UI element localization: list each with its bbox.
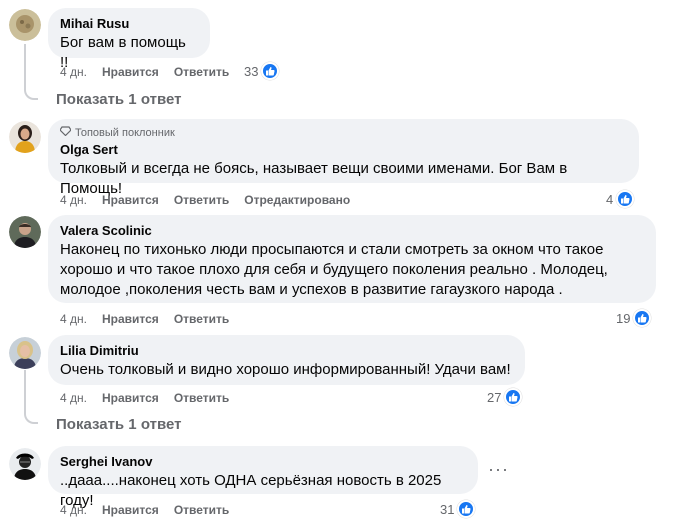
reaction-number: 33 [244,63,259,79]
edited-label[interactable]: Отредактировано [244,192,350,208]
avatar[interactable] [9,337,41,369]
thumbs-up-icon [504,388,523,406]
reaction-count[interactable]: 4 [606,190,635,208]
comment-author[interactable]: Olga Sert [60,142,627,158]
comment-time[interactable]: 4 дн. [60,502,87,518]
comment-time[interactable]: 4 дн. [60,64,87,80]
comment-bubble: Mihai Rusu Бог вам в помощь !! [48,8,210,71]
thumbs-up-icon [616,190,635,208]
thumbs-up-icon [261,62,280,80]
more-options-icon[interactable]: ··· [488,460,509,478]
reaction-number: 31 [440,501,455,517]
comment-text-line: молодое ,поколения честь вам и успехов в… [60,281,563,298]
comment-text: Очень толковый и видно хорошо информиров… [60,361,511,378]
reply-button[interactable]: Ответить [174,502,229,518]
comment-text-line: хорошо и что такое плохо для себя и буду… [60,261,608,278]
reaction-count[interactable]: 33 [244,62,280,80]
thumbs-up-icon [457,500,476,518]
thread-line [24,44,26,88]
like-button[interactable]: Нравится [102,502,159,518]
thread-connector [24,410,38,424]
like-button[interactable]: Нравится [102,311,159,327]
like-button[interactable]: Нравится [102,64,159,80]
avatar[interactable] [9,216,41,248]
reply-button[interactable]: Ответить [174,311,229,327]
thread-line [24,370,26,412]
comment-time[interactable]: 4 дн. [60,390,87,406]
comment-actions: 4 дн. Нравится Ответить [60,390,244,406]
comment-bubble: Топовый поклонник Olga Sert Толковый и в… [48,119,639,197]
like-button[interactable]: Нравится [102,192,159,208]
show-replies-link[interactable]: Показать 1 ответ [56,90,181,110]
top-fan-badge[interactable]: Топовый поклонник [59,126,627,140]
reply-button[interactable]: Ответить [174,64,229,80]
comment-author[interactable]: Valera Scolinic [60,223,644,239]
avatar[interactable] [9,121,41,153]
reaction-count[interactable]: 31 [440,500,476,518]
comment-author[interactable]: Mihai Rusu [60,16,198,32]
avatar[interactable] [9,9,41,41]
like-button[interactable]: Нравится [102,390,159,406]
comment-actions: 4 дн. Нравится Ответить [60,502,244,518]
comment-author[interactable]: Serghei Ivanov [60,454,466,470]
comment-time[interactable]: 4 дн. [60,192,87,208]
reply-button[interactable]: Ответить [174,390,229,406]
diamond-icon [59,126,72,140]
reaction-count[interactable]: 19 [616,309,652,327]
comment-bubble: Valera Scolinic Наконец по тихонько люди… [48,215,656,303]
badge-label: Топовый поклонник [75,127,175,139]
comment-actions: 4 дн. Нравится Ответить Отредактировано [60,192,365,208]
thread-connector [24,86,38,100]
reaction-number: 4 [606,191,614,207]
reaction-count[interactable]: 27 [487,388,523,406]
reply-button[interactable]: Ответить [174,192,229,208]
avatar[interactable] [9,448,41,480]
comment-text-line: Наконец по тихонько люди просыпаются и с… [60,241,604,258]
comment-time[interactable]: 4 дн. [60,311,87,327]
show-replies-link[interactable]: Показать 1 ответ [56,415,181,435]
comment-actions: 4 дн. Нравится Ответить [60,64,244,80]
reaction-number: 27 [487,389,502,405]
comment-bubble: Lilia Dimitriu Очень толковый и видно хо… [48,335,525,385]
comment-bubble: Serghei Ivanov ..дааа....наконец хоть ОД… [48,446,478,509]
thumbs-up-icon [633,309,652,327]
reaction-number: 19 [616,310,631,326]
comment-author[interactable]: Lilia Dimitriu [60,343,513,359]
comment-actions: 4 дн. Нравится Ответить [60,311,244,327]
